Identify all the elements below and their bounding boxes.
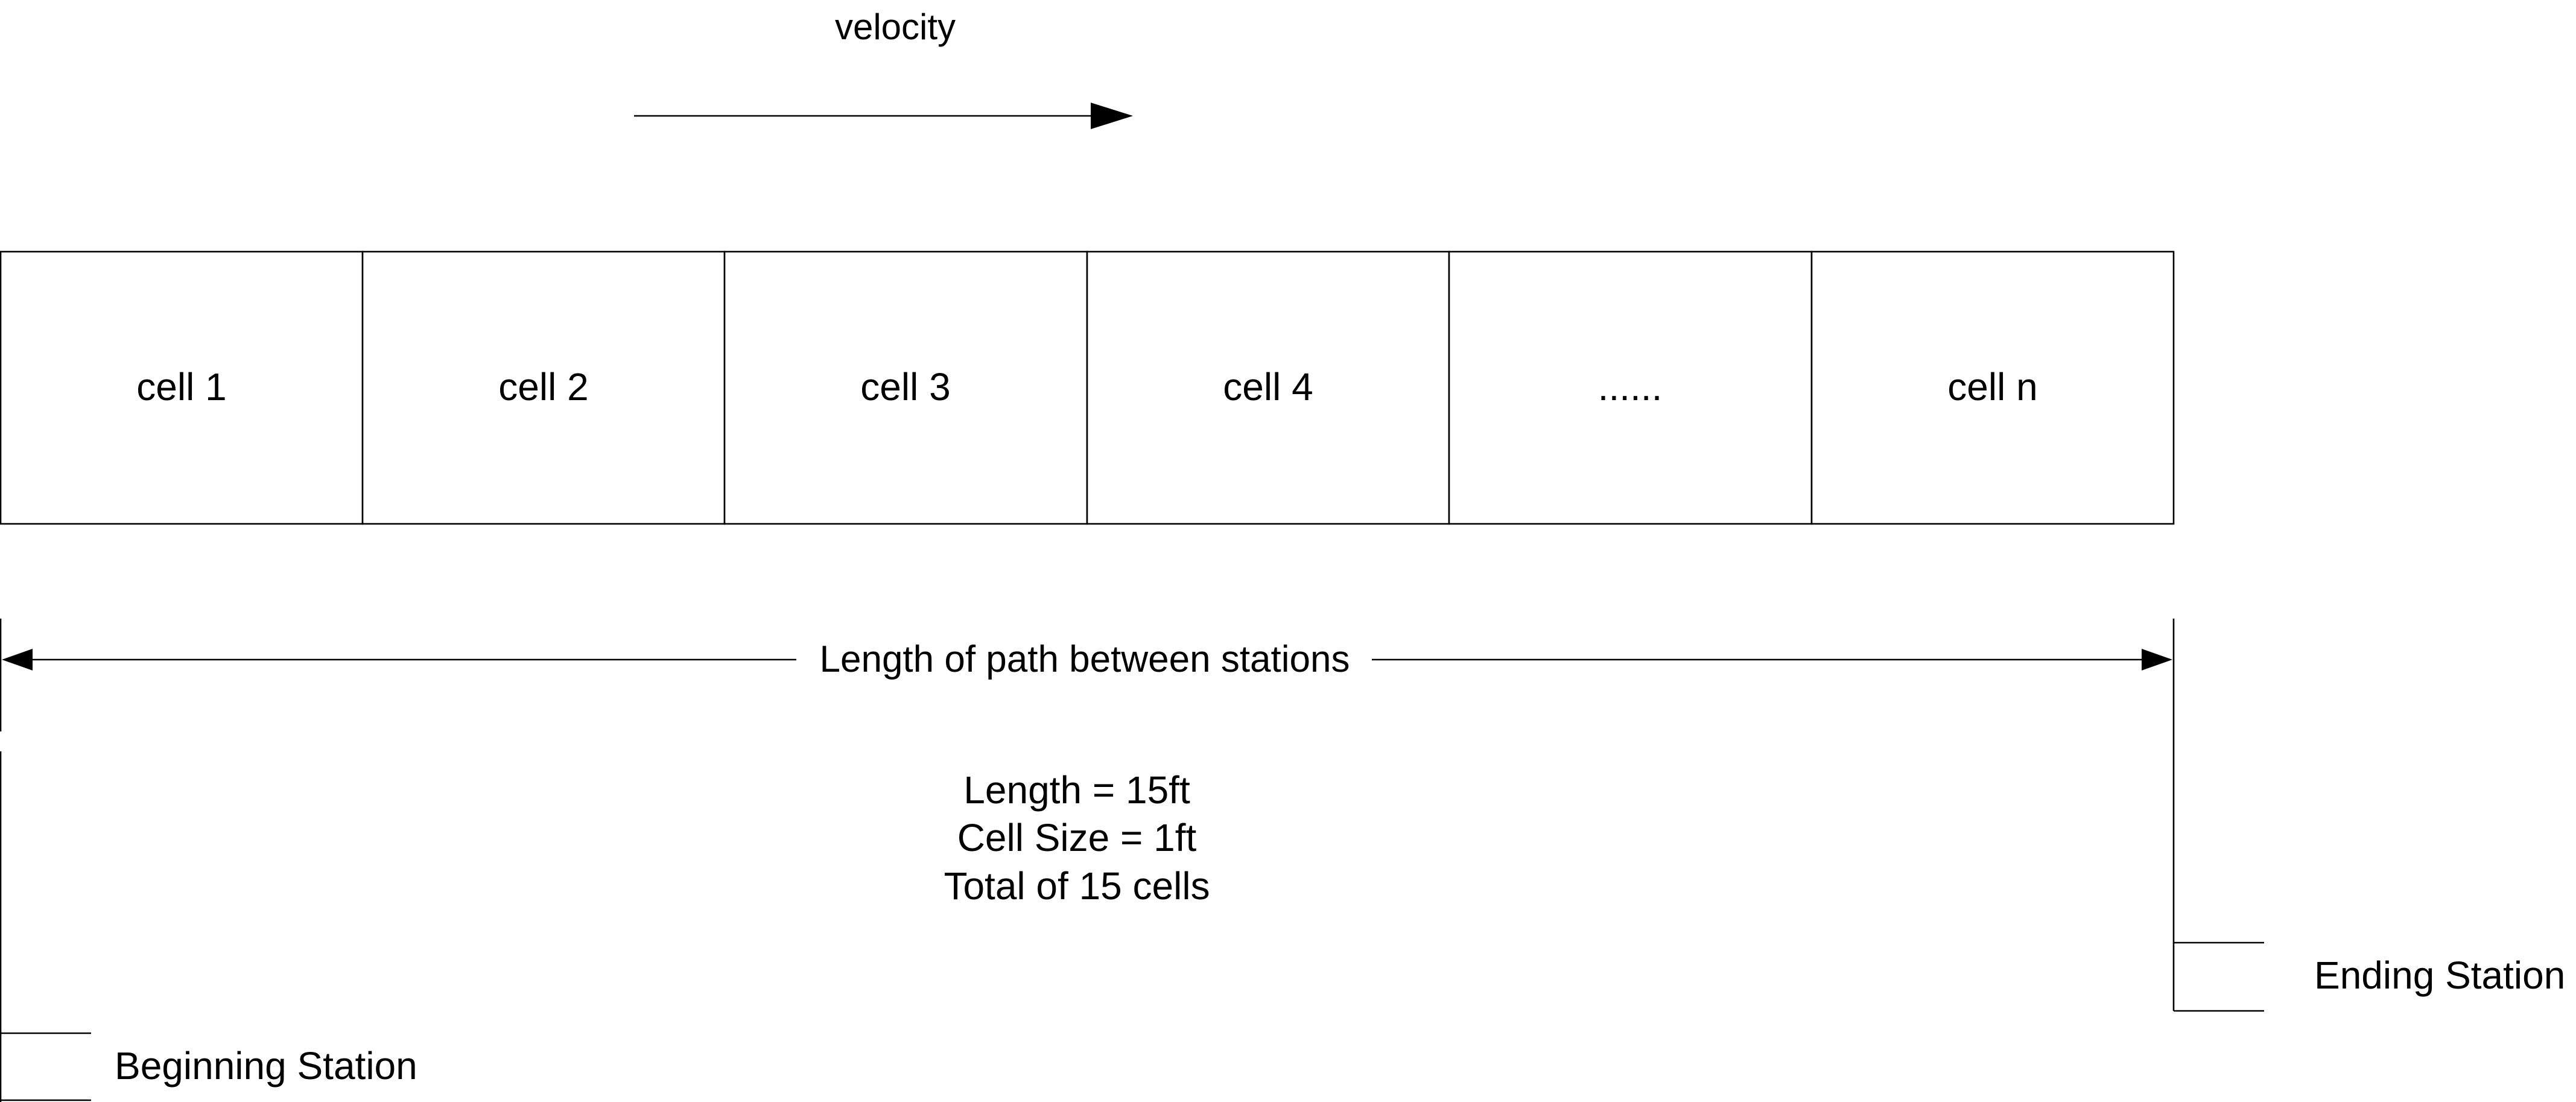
path-info: Length = 15ft Cell Size = 1ft Total of 1… <box>944 768 1210 908</box>
cell-n: cell n <box>1810 250 2175 525</box>
cell-row: cell 1 cell 2 cell 3 cell 4 ...... cell … <box>0 250 2175 525</box>
info-cell-size: Cell Size = 1ft <box>957 816 1197 859</box>
cell-label: ...... <box>1598 365 1663 409</box>
dimension-arrow-left <box>2 649 33 670</box>
cell-label: cell n <box>1947 365 2037 409</box>
ending-station: Ending Station <box>2174 941 2565 1012</box>
cell-label: cell 3 <box>860 365 950 409</box>
ending-station-label: Ending Station <box>2314 954 2565 997</box>
path-length-dimension: Length of path between stations <box>0 619 2175 1011</box>
cell-1: cell 1 <box>0 250 364 525</box>
velocity-arrow-head <box>1091 103 1133 129</box>
cell-4: cell 4 <box>1086 250 1450 525</box>
cell-ellipsis: ...... <box>1448 250 1813 525</box>
path-length-label: Length of path between stations <box>820 639 1350 680</box>
cell-3: cell 3 <box>723 250 1088 525</box>
velocity-indicator: velocity <box>634 7 1133 129</box>
velocity-label: velocity <box>835 7 956 47</box>
beginning-station: Beginning Station <box>0 751 417 1102</box>
cell-label: cell 1 <box>136 365 226 409</box>
path-cells-diagram: velocity cell 1 cell 2 cell 3 cell 4 ...… <box>0 7 2565 1102</box>
info-total-cells: Total of 15 cells <box>944 864 1210 908</box>
cell-2: cell 2 <box>361 250 726 525</box>
beginning-station-label: Beginning Station <box>115 1044 417 1088</box>
cell-label: cell 4 <box>1223 365 1313 409</box>
info-length: Length = 15ft <box>963 768 1190 812</box>
dimension-arrow-right <box>2142 649 2172 670</box>
cell-label: cell 2 <box>498 365 588 409</box>
